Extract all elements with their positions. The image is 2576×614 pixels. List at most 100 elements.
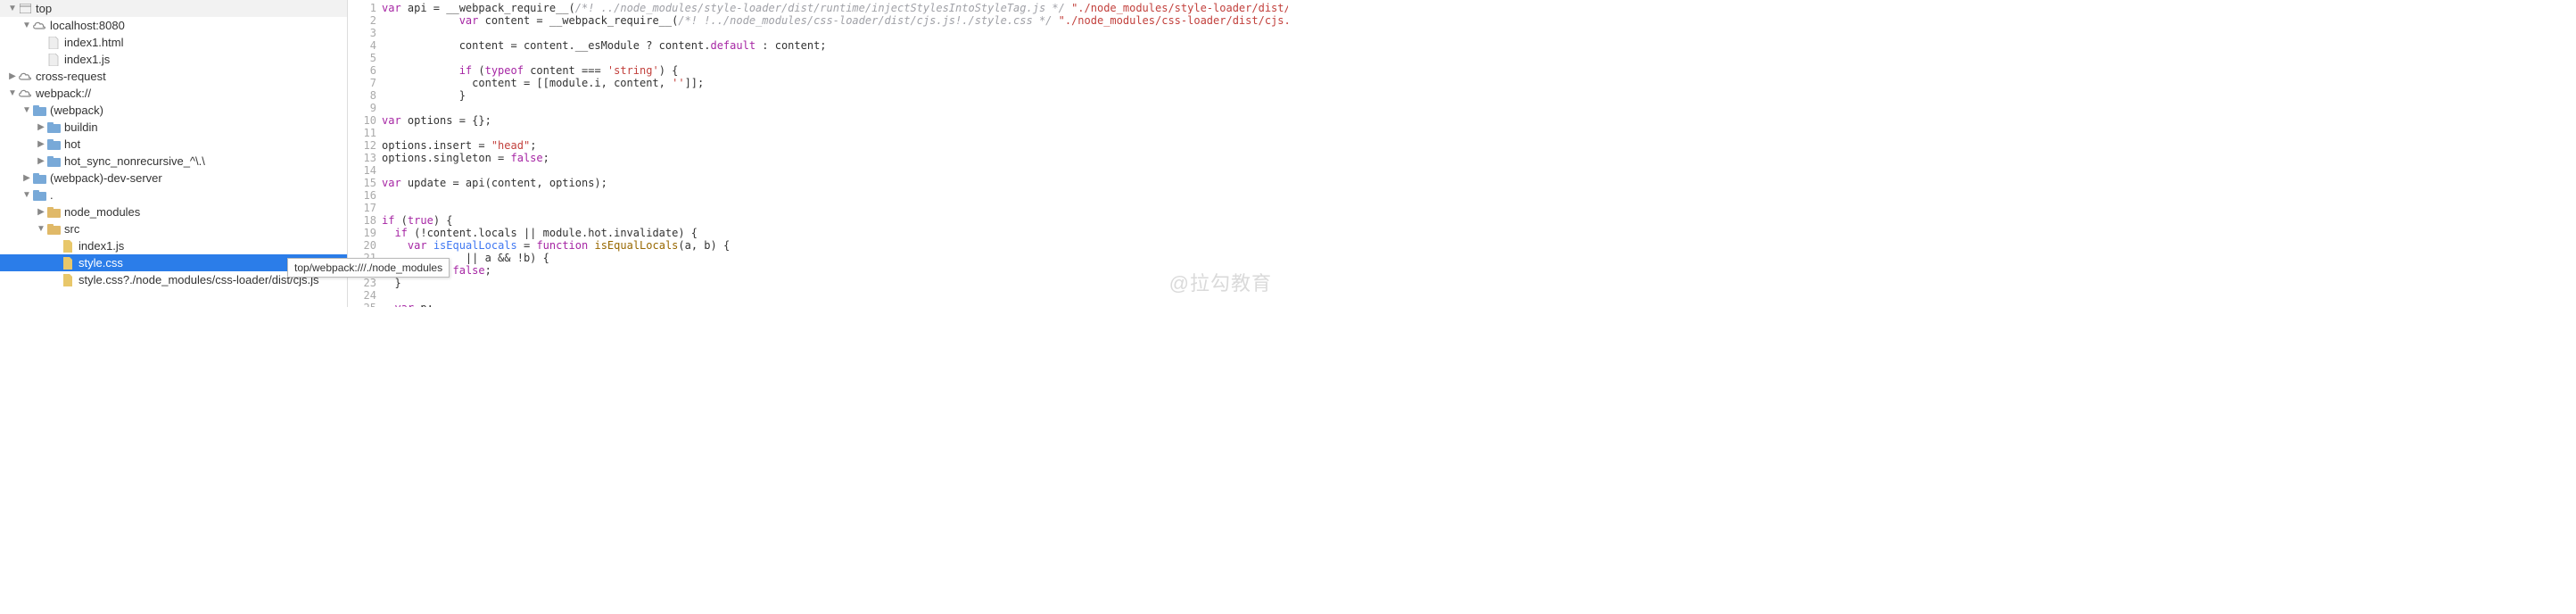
tree-row[interactable]: ▶ node_modules: [0, 203, 347, 220]
code-line[interactable]: [382, 102, 1288, 114]
code-line[interactable]: var api = __webpack_require__(/*! ../nod…: [382, 2, 1288, 14]
tree-item-label: index1.js: [78, 239, 340, 253]
code-line[interactable]: [382, 127, 1288, 139]
code-line[interactable]: [382, 202, 1288, 214]
expand-arrow-down-icon[interactable]: ▼: [7, 88, 18, 98]
cloud-icon: [18, 70, 32, 84]
expand-arrow-down-icon[interactable]: ▼: [7, 4, 18, 13]
expand-arrow-right-icon[interactable]: ▶: [36, 122, 46, 132]
line-number: 24: [348, 289, 382, 302]
tree-row[interactable]: ▶ hot_sync_nonrecursive_^\.\: [0, 153, 347, 170]
code-line[interactable]: var options = {};: [382, 114, 1288, 127]
tree-row[interactable]: ▼ top: [0, 0, 347, 17]
code-line[interactable]: var p;: [382, 302, 1288, 307]
expand-arrow-down-icon[interactable]: ▼: [21, 190, 32, 200]
tree-item-label: buildin: [64, 120, 340, 134]
expand-arrow-down-icon[interactable]: ▼: [21, 105, 32, 115]
tree-row[interactable]: ▶index1.js: [0, 51, 347, 68]
code-line[interactable]: [382, 189, 1288, 202]
line-number: 7: [348, 77, 382, 89]
line-number: 8: [348, 89, 382, 102]
tree-row[interactable]: ▶ hot: [0, 136, 347, 153]
code-line[interactable]: var update = api(content, options);: [382, 177, 1288, 189]
code-line[interactable]: || a && !b) {: [382, 252, 1288, 264]
code-line[interactable]: if (true) {: [382, 214, 1288, 227]
tree-row[interactable]: ▶(webpack)-dev-server: [0, 170, 347, 187]
line-number: 14: [348, 164, 382, 177]
code-line[interactable]: if (!content.locals || module.hot.invali…: [382, 227, 1288, 239]
line-number: 2: [348, 14, 382, 27]
line-number: 16: [348, 189, 382, 202]
expand-arrow-down-icon[interactable]: ▼: [21, 21, 32, 30]
tree-row[interactable]: ▼ (webpack): [0, 102, 347, 119]
line-number: 1: [348, 2, 382, 14]
code-line[interactable]: [382, 164, 1288, 177]
tree-item-label: index1.html: [64, 36, 340, 49]
line-number: 23: [348, 277, 382, 289]
line-number: 3: [348, 27, 382, 39]
line-number: 5: [348, 52, 382, 64]
expand-arrow-right-icon[interactable]: ▶: [36, 156, 46, 166]
code-line[interactable]: content = content.__esModule ? content.d…: [382, 39, 1288, 52]
tree-row[interactable]: ▶ cross-request: [0, 68, 347, 85]
tree-item-label: localhost:8080: [50, 19, 340, 32]
tree-row[interactable]: ▼ localhost:8080: [0, 17, 347, 34]
tree-item-label: index1.js: [64, 53, 340, 66]
code-line[interactable]: }: [382, 89, 1288, 102]
tree-item-label: top: [36, 2, 340, 15]
cloud-icon: [18, 87, 32, 101]
folder-blue-icon: [32, 171, 46, 186]
line-number: 4: [348, 39, 382, 52]
folder-blue-icon: [32, 188, 46, 203]
code-line[interactable]: return false;: [382, 264, 1288, 277]
code-line[interactable]: content = [[module.i, content, '']];: [382, 77, 1288, 89]
file-yellow-icon: [61, 273, 75, 287]
expand-arrow-right-icon[interactable]: ▶: [36, 207, 46, 217]
line-number: 9: [348, 102, 382, 114]
line-number: 15: [348, 177, 382, 189]
tree-row[interactable]: ▼ webpack://: [0, 85, 347, 102]
tree-row[interactable]: ▼ src: [0, 220, 347, 237]
code-line[interactable]: [382, 27, 1288, 39]
line-number: 6: [348, 64, 382, 77]
file-yellow-icon: [61, 256, 75, 270]
line-number: 25: [348, 302, 382, 307]
tree-item-label: src: [64, 222, 340, 236]
expand-arrow-right-icon[interactable]: ▶: [21, 173, 32, 183]
tree-item-label: node_modules: [64, 205, 340, 219]
file-white-icon: [46, 53, 61, 67]
code-line[interactable]: var content = __webpack_require__(/*! !.…: [382, 14, 1288, 27]
tree-item-label: hot_sync_nonrecursive_^\.\: [64, 154, 340, 168]
tree-item-label: (webpack): [50, 104, 340, 117]
expand-arrow-right-icon[interactable]: ▶: [7, 71, 18, 81]
path-tooltip: top/webpack:///./node_modules: [287, 258, 450, 278]
tree-item-label: hot: [64, 137, 340, 151]
tree-row[interactable]: ▶index1.html: [0, 34, 347, 51]
code-content[interactable]: var api = __webpack_require__(/*! ../nod…: [382, 0, 1288, 307]
folder-orange-icon: [46, 222, 61, 236]
code-line[interactable]: }: [382, 277, 1288, 289]
cloud-icon: [32, 19, 46, 33]
line-number: 11: [348, 127, 382, 139]
tree-item-label: webpack://: [36, 87, 340, 100]
folder-blue-icon: [46, 137, 61, 152]
tree-item-label: cross-request: [36, 70, 340, 83]
code-line[interactable]: [382, 52, 1288, 64]
line-number: 18: [348, 214, 382, 227]
expand-arrow-down-icon[interactable]: ▼: [36, 224, 46, 234]
tree-row[interactable]: ▶ buildin: [0, 119, 347, 136]
tree-item-label: .: [50, 188, 340, 202]
code-editor[interactable]: 1234567891011121314151617181920212223242…: [348, 0, 1288, 307]
expand-arrow-right-icon[interactable]: ▶: [36, 139, 46, 149]
code-line[interactable]: if (typeof content === 'string') {: [382, 64, 1288, 77]
folder-blue-icon: [46, 154, 61, 169]
code-line[interactable]: options.singleton = false;: [382, 152, 1288, 164]
folder-blue-icon: [32, 104, 46, 118]
code-line[interactable]: options.insert = "head";: [382, 139, 1288, 152]
tree-row[interactable]: ▼.: [0, 187, 347, 203]
folder-orange-icon: [46, 205, 61, 220]
code-line[interactable]: var isEqualLocals = function isEqualLoca…: [382, 239, 1288, 252]
code-line[interactable]: [382, 289, 1288, 302]
tree-row[interactable]: ▶index1.js: [0, 237, 347, 254]
line-number: 12: [348, 139, 382, 152]
